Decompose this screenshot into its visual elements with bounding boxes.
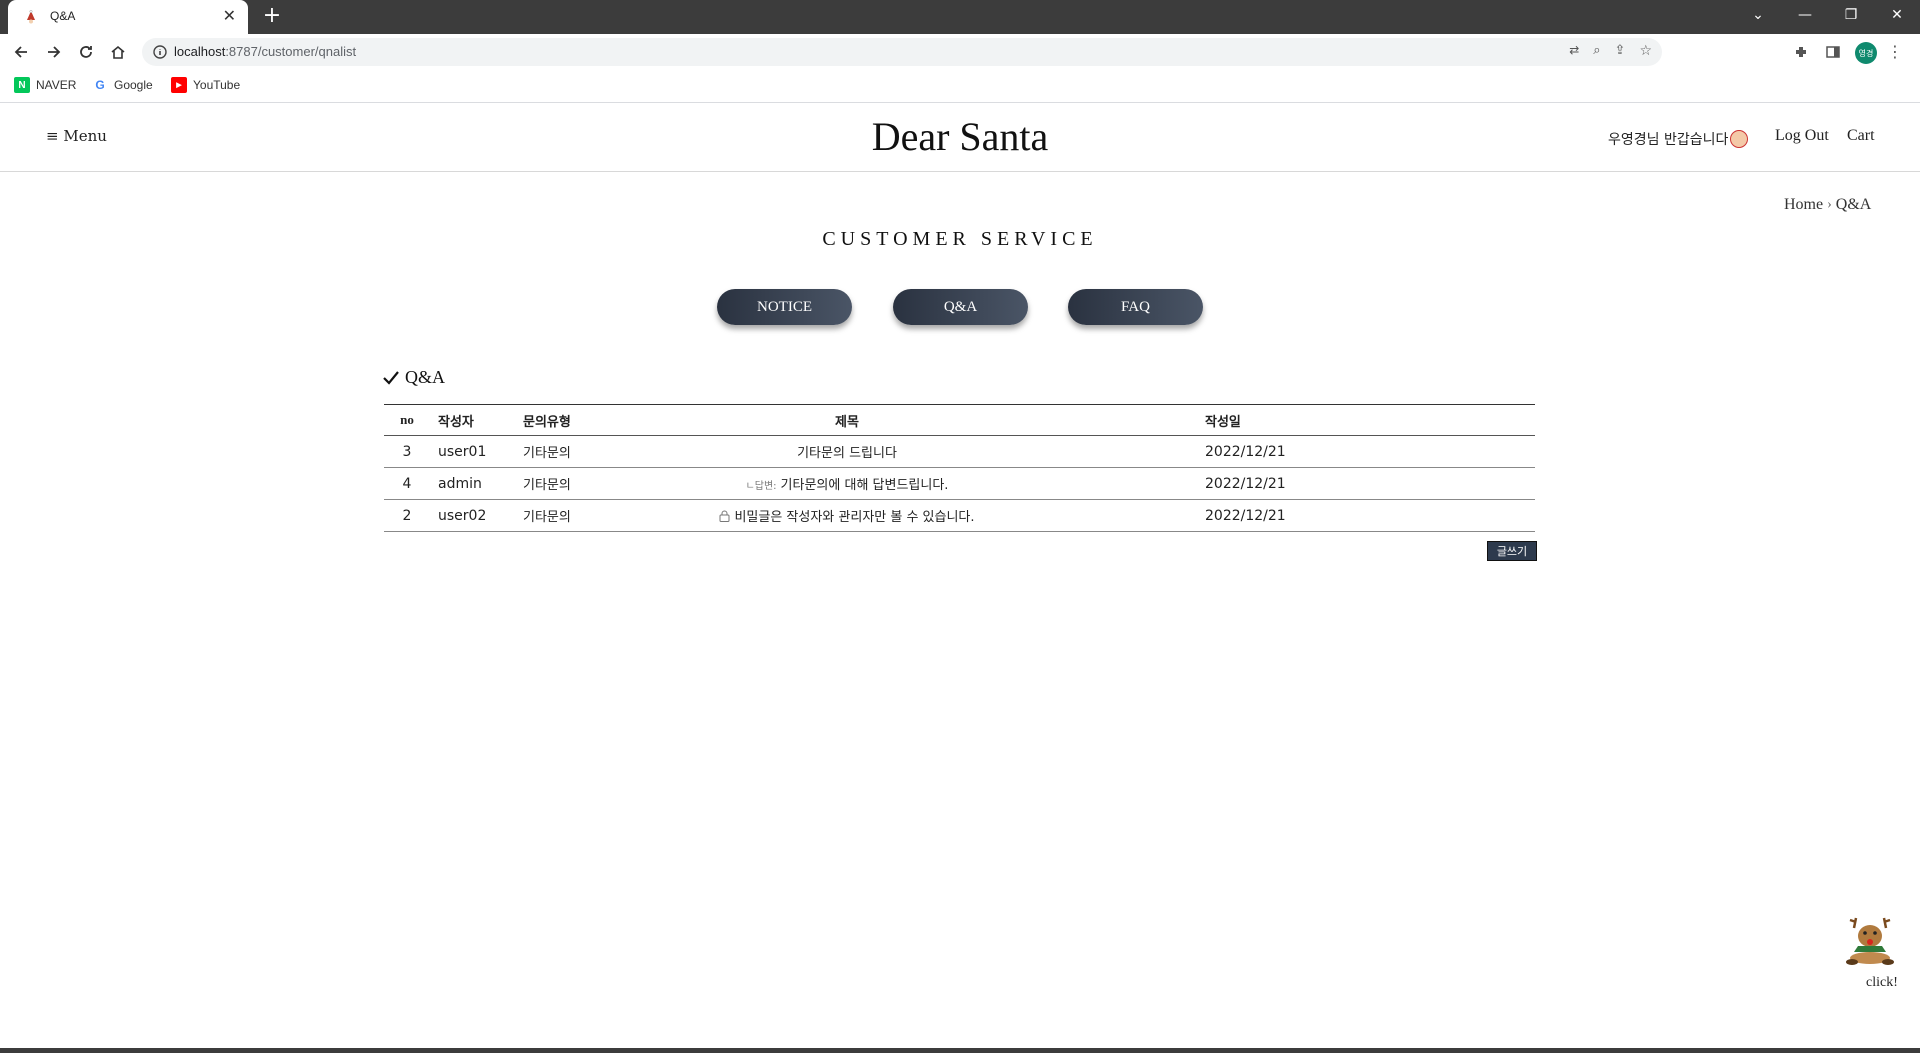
breadcrumb-home[interactable]: Home xyxy=(1784,196,1823,214)
cell-no: 3 xyxy=(384,435,430,468)
browser-toolbar: localhost:8787/customer/qnalist ⇄ ⌕ ⇪ ☆ … xyxy=(0,34,1920,70)
post-title-link[interactable]: 기타문의에 대해 답변드립니다. xyxy=(781,478,949,493)
bookmark-google[interactable]: G Google xyxy=(92,77,153,93)
lock-icon xyxy=(719,510,730,522)
cell-title[interactable]: 기타문의 드립니다 xyxy=(607,435,1087,468)
santa-favicon-icon xyxy=(27,10,35,24)
bookmark-youtube[interactable]: ▶ YouTube xyxy=(171,77,240,93)
reload-icon[interactable] xyxy=(75,41,97,63)
google-icon: G xyxy=(92,77,108,93)
close-window-icon[interactable]: ✕ xyxy=(1874,0,1920,30)
tab-faq[interactable]: FAQ xyxy=(1068,289,1203,325)
more-menu-icon[interactable]: ⋮ xyxy=(1884,41,1906,63)
col-header-no: no xyxy=(384,404,430,436)
col-header-date: 작성일 xyxy=(1087,404,1535,436)
bookmark-naver[interactable]: N NAVER xyxy=(14,77,76,93)
tab-qna[interactable]: Q&A xyxy=(893,289,1028,325)
forward-icon[interactable] xyxy=(43,41,65,63)
cell-date: 2022/12/21 xyxy=(1087,499,1535,532)
cell-type: 기타문의 xyxy=(523,435,607,468)
deco-click-label[interactable]: click! xyxy=(1866,975,1898,991)
col-header-writer: 작성자 xyxy=(430,404,523,436)
cell-title[interactable]: 비밀글은 작성자와 관리자만 볼 수 있습니다. xyxy=(607,499,1087,532)
home-icon[interactable] xyxy=(107,41,129,63)
url-text: localhost:8787/customer/qnalist xyxy=(174,44,357,59)
cell-title[interactable]: ㄴ답변: 기타문의에 대해 답변드립니다. xyxy=(607,467,1087,500)
new-tab-icon[interactable]: + xyxy=(260,4,284,28)
cell-writer: admin xyxy=(430,467,523,500)
bookmarks-bar: N NAVER G Google ▶ YouTube xyxy=(0,70,1920,103)
tab-notice[interactable]: NOTICE xyxy=(717,289,852,325)
profile-avatar[interactable]: 영경 xyxy=(1855,42,1877,64)
share-icon[interactable]: ⇪ xyxy=(1615,43,1626,59)
cell-type: 기타문의 xyxy=(523,467,607,500)
table-header-row: no 작성자 문의유형 제목 작성일 xyxy=(384,404,1535,436)
tab-title: Q&A xyxy=(50,9,76,23)
extensions-icon[interactable] xyxy=(1790,41,1812,63)
minimize-icon[interactable]: — xyxy=(1782,0,1828,30)
cart-link[interactable]: Cart xyxy=(1847,127,1875,145)
tab-search-icon[interactable]: ⌄ xyxy=(1735,0,1781,30)
site-header: ≡ Menu Dear Santa 우영경님 반갑습니다 Log Out Car… xyxy=(0,103,1920,172)
logout-link[interactable]: Log Out xyxy=(1775,127,1829,145)
cell-date: 2022/12/21 xyxy=(1087,435,1535,468)
reindeer-icon[interactable] xyxy=(1842,914,1898,968)
browser-tab-bar: Q&A ✕ + ⌄ — ❐ ✕ xyxy=(0,0,1920,34)
qna-table: no 작성자 문의유형 제목 작성일 3 user01 기타문의 기타문의 드립… xyxy=(384,404,1535,532)
side-panel-icon[interactable] xyxy=(1822,41,1844,63)
page-title: CUSTOMER SERVICE xyxy=(822,228,1098,250)
cell-writer: user01 xyxy=(430,435,523,468)
check-icon xyxy=(383,370,399,385)
cell-no: 2 xyxy=(384,499,430,532)
bookmark-star-icon[interactable]: ☆ xyxy=(1639,43,1652,59)
translate-icon[interactable]: ⇄ xyxy=(1569,43,1579,59)
cell-type: 기타문의 xyxy=(523,499,607,532)
address-bar[interactable]: localhost:8787/customer/qnalist ⇄ ⌕ ⇪ ☆ xyxy=(142,38,1662,66)
browser-tab[interactable]: Q&A ✕ xyxy=(8,0,248,34)
breadcrumb-current: Q&A xyxy=(1835,196,1872,213)
youtube-icon: ▶ xyxy=(171,77,187,93)
restore-icon[interactable]: ❐ xyxy=(1828,0,1874,30)
santa-icon xyxy=(1730,130,1749,148)
post-title-link[interactable]: 기타문의 드립니다 xyxy=(797,446,897,461)
cell-date: 2022/12/21 xyxy=(1087,467,1535,500)
taskbar-edge xyxy=(0,1048,1920,1053)
back-icon[interactable] xyxy=(10,41,32,63)
tab-close-icon[interactable]: ✕ xyxy=(223,6,236,26)
table-row[interactable]: 4 admin 기타문의 ㄴ답변: 기타문의에 대해 답변드립니다. 2022/1… xyxy=(384,467,1535,500)
table-row[interactable]: 2 user02 기타문의 비밀글은 작성자와 관리자만 볼 수 있습니다. 2… xyxy=(384,499,1535,532)
col-header-type: 문의유형 xyxy=(523,404,607,436)
write-button[interactable]: 글쓰기 xyxy=(1487,541,1537,561)
post-title-link[interactable]: 비밀글은 작성자와 관리자만 볼 수 있습니다. xyxy=(734,510,974,525)
zoom-icon[interactable]: ⌕ xyxy=(1593,43,1600,59)
table-row[interactable]: 3 user01 기타문의 기타문의 드립니다 2022/12/21 xyxy=(384,435,1535,468)
site-info-icon[interactable] xyxy=(152,44,168,60)
user-greeting: 우영경님 반갑습니다 xyxy=(1608,129,1749,149)
reply-tag: ㄴ답변: xyxy=(745,481,777,492)
cell-no: 4 xyxy=(384,467,430,500)
cell-writer: user02 xyxy=(430,499,523,532)
section-heading: Q&A xyxy=(383,367,445,388)
naver-icon: N xyxy=(14,77,30,93)
chevron-right-icon: › xyxy=(1827,197,1832,212)
col-header-title: 제목 xyxy=(607,404,1087,436)
breadcrumb: Home › Q&A xyxy=(1784,196,1871,214)
